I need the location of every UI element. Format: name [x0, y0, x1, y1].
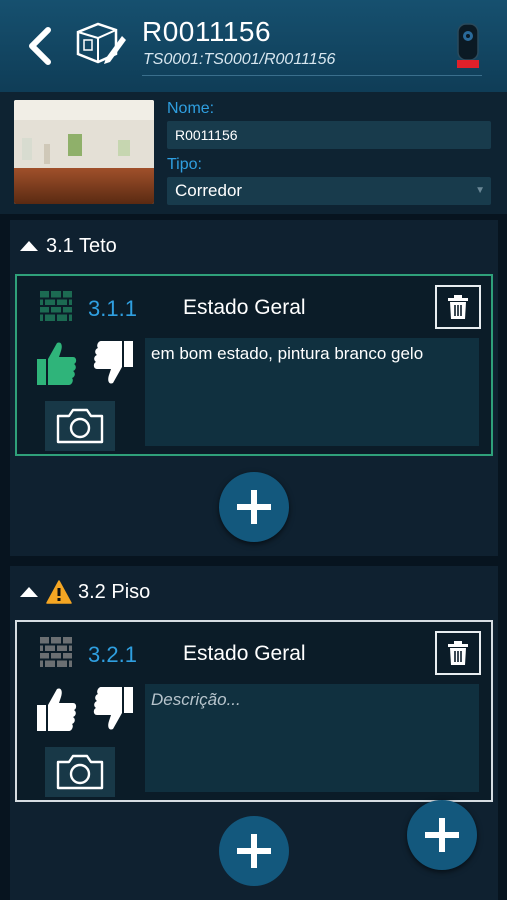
section-title: 3.1 Teto	[46, 234, 117, 257]
section-title: 3.2 Piso	[78, 580, 151, 603]
room-photo[interactable]	[14, 100, 154, 204]
thumbs-up-icon[interactable]	[37, 685, 77, 733]
section-teto: 3.1 Teto 3.1.1 Estado Geral em bom estad…	[10, 220, 498, 556]
item-name: Estado Geral	[183, 642, 306, 665]
plus-icon	[425, 818, 459, 852]
name-field[interactable]: R0011156	[167, 121, 491, 149]
section-header[interactable]: 3.2 Piso	[20, 580, 150, 604]
item-card: 3.1.1 Estado Geral em bom estado, pintur…	[15, 274, 493, 456]
add-item-button[interactable]	[219, 816, 289, 886]
thumbs-up-icon[interactable]	[37, 339, 77, 387]
section-header[interactable]: 3.1 Teto	[20, 234, 117, 258]
description-input[interactable]: Descrição...	[145, 684, 479, 792]
thumbs-down-icon[interactable]	[93, 685, 133, 733]
thumbs-down-icon[interactable]	[93, 339, 133, 387]
delete-button[interactable]	[435, 631, 481, 675]
type-select-value: Corredor	[175, 181, 243, 200]
brick-wall-icon	[40, 637, 72, 667]
type-label: Tipo:	[167, 156, 202, 173]
header-bar: R0011156 TS0001:TS0001/R0011156	[0, 0, 507, 92]
item-name: Estado Geral	[183, 296, 306, 319]
add-item-button[interactable]	[219, 472, 289, 542]
plus-icon	[237, 834, 271, 868]
room-edit-icon[interactable]	[72, 18, 126, 68]
trash-icon	[448, 295, 468, 319]
header-divider	[142, 75, 482, 76]
record-path: TS0001:TS0001/R0011156	[143, 51, 336, 68]
record-title: R0011156	[142, 16, 272, 47]
device-icon[interactable]	[455, 22, 481, 70]
item-code: 3.2.1	[88, 642, 137, 667]
name-label: Nome:	[167, 100, 215, 117]
item-card: 3.2.1 Estado Geral Descrição...	[15, 620, 493, 802]
type-select[interactable]: Corredor ▼	[167, 177, 491, 205]
camera-icon	[56, 408, 104, 444]
floating-add-button[interactable]	[407, 800, 477, 870]
property-panel: Nome: R0011156 Tipo: Corredor ▼	[0, 92, 507, 214]
chevron-down-icon: ▼	[475, 185, 485, 196]
description-input[interactable]: em bom estado, pintura branco gelo	[145, 338, 479, 446]
brick-wall-icon	[40, 291, 72, 321]
collapse-triangle-icon[interactable]	[20, 241, 38, 251]
camera-button[interactable]	[45, 747, 115, 797]
camera-icon	[56, 754, 104, 790]
delete-button[interactable]	[435, 285, 481, 329]
collapse-triangle-icon[interactable]	[20, 587, 38, 597]
plus-icon	[237, 490, 271, 524]
warning-icon	[46, 580, 72, 604]
trash-icon	[448, 641, 468, 665]
camera-button[interactable]	[45, 401, 115, 451]
back-arrow-icon[interactable]	[22, 24, 62, 68]
item-code: 3.1.1	[88, 296, 137, 321]
